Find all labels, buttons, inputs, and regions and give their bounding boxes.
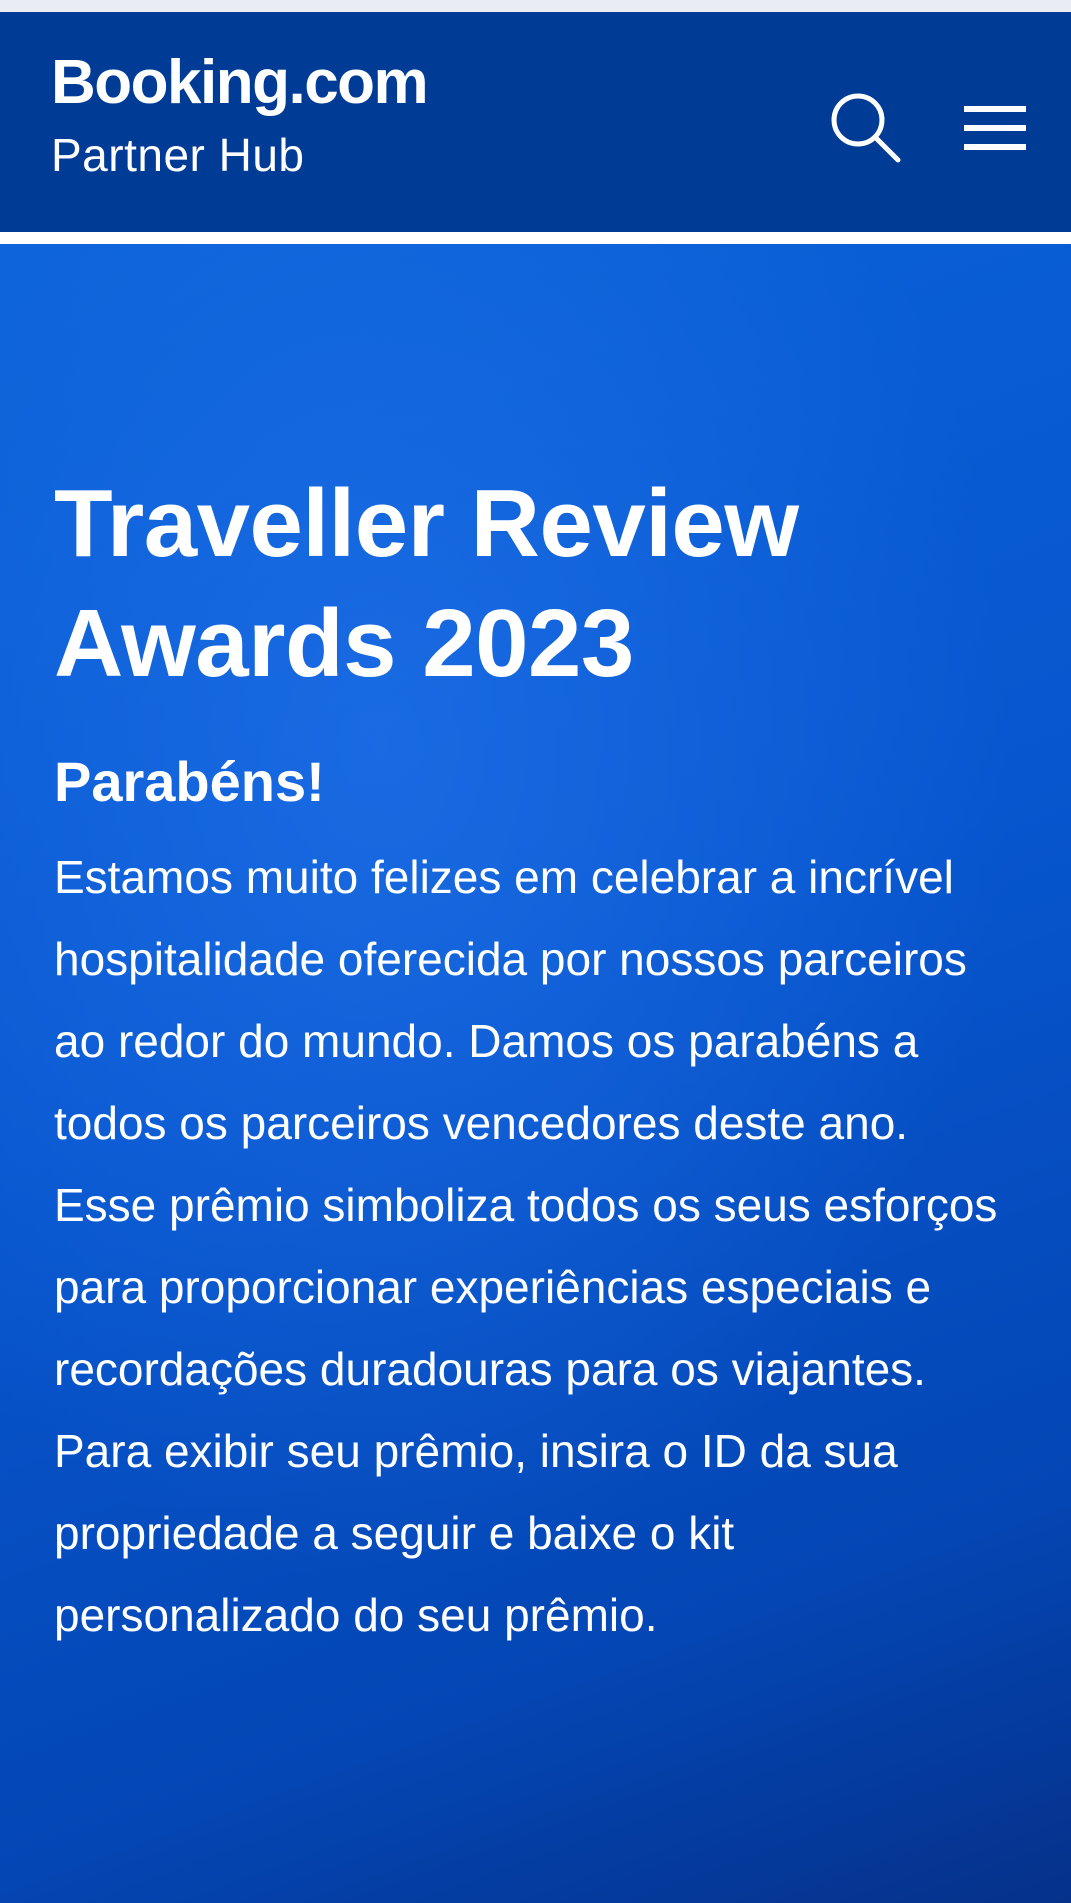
- page-title: Traveller Review Awards 2023: [54, 470, 799, 697]
- booking-logo[interactable]: Booking.com: [51, 52, 429, 114]
- hamburger-menu-icon: [964, 106, 1026, 150]
- hero-content: Traveller Review Awards 2023 Parabéns! E…: [54, 464, 1014, 1656]
- site-header: Booking.com Partner Hub: [0, 12, 1071, 232]
- partner-hub-label: Partner Hub: [51, 129, 305, 181]
- hero-subtitle: Parabéns!: [54, 750, 325, 813]
- search-icon: [831, 93, 901, 163]
- header-divider: [0, 232, 1071, 244]
- status-strip: [0, 0, 1071, 12]
- search-button[interactable]: [826, 88, 906, 168]
- page: Booking.com Partner Hub Traveller Review…: [0, 0, 1071, 1903]
- hero-description: Estamos muito felizes em celebrar a incr…: [54, 851, 998, 1641]
- menu-button[interactable]: [962, 102, 1028, 154]
- brand[interactable]: Booking.com Partner Hub: [51, 52, 429, 181]
- hero-banner: Traveller Review Awards 2023 Parabéns! E…: [0, 244, 1071, 1903]
